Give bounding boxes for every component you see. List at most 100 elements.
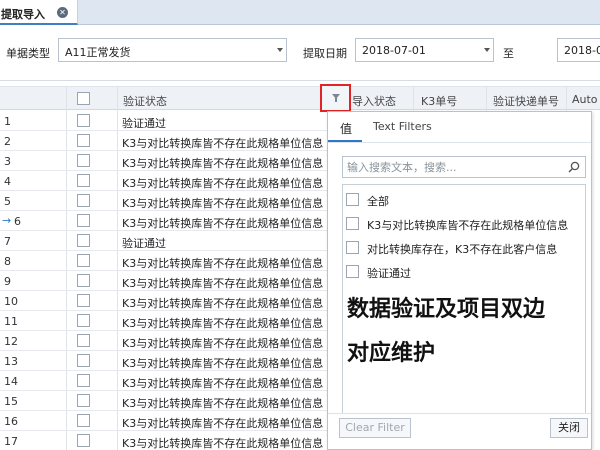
popup-tab-divider xyxy=(328,142,591,143)
clear-filter-button[interactable]: Clear Filter xyxy=(339,418,411,438)
tab-label: 提取导入 xyxy=(1,8,45,21)
filter-item-label: 全部 xyxy=(367,195,389,208)
row-checkbox[interactable] xyxy=(77,374,90,387)
table-row[interactable]: 10 K3与对比转换库皆不存在此规格单位信息 xyxy=(0,291,328,311)
row-checkbox[interactable] xyxy=(77,434,90,447)
current-row-arrow-icon: → xyxy=(2,214,12,227)
table-row[interactable]: 4 K3与对比转换库皆不存在此规格单位信息 xyxy=(0,171,328,191)
close-icon[interactable]: ✕ xyxy=(57,7,68,18)
filter-item-verified[interactable]: 验证通过 xyxy=(343,261,583,283)
row-number: 14 xyxy=(4,375,18,388)
close-button[interactable]: 关闭 xyxy=(550,418,588,438)
filter-item-all[interactable]: 全部 xyxy=(343,189,583,211)
row-number: 11 xyxy=(4,315,18,328)
row-checkbox[interactable] xyxy=(77,294,90,307)
verify-status-cell: K3与对比转换库皆不存在此规格单位信息 xyxy=(122,137,324,150)
grid-divider xyxy=(566,86,567,111)
filter-checkbox[interactable] xyxy=(346,193,359,206)
row-checkbox[interactable] xyxy=(77,174,90,187)
row-number: 3 xyxy=(4,155,11,168)
tab-values[interactable]: 值 xyxy=(328,112,362,142)
table-row[interactable]: → 6 K3与对比转换库皆不存在此规格单位信息 xyxy=(0,211,328,231)
row-checkbox[interactable] xyxy=(77,234,90,247)
row-checkbox[interactable] xyxy=(77,194,90,207)
table-row[interactable]: 2 K3与对比转换库皆不存在此规格单位信息 xyxy=(0,131,328,151)
table-row[interactable]: 9 K3与对比转换库皆不存在此规格单位信息 xyxy=(0,271,328,291)
table-row[interactable]: 1 验证通过 xyxy=(0,111,328,131)
tab-extract-import[interactable]: 提取导入 ✕ xyxy=(0,0,78,25)
verify-status-cell: K3与对比转换库皆不存在此规格单位信息 xyxy=(122,257,324,270)
table-row[interactable]: 16 K3与对比转换库皆不存在此规格单位信息 xyxy=(0,411,328,431)
search-icon[interactable] xyxy=(568,161,580,173)
row-checkbox[interactable] xyxy=(77,394,90,407)
chevron-down-icon xyxy=(277,48,283,52)
filter-checkbox[interactable] xyxy=(346,217,359,230)
column-header-verify-status[interactable]: 验证状态 xyxy=(123,93,167,109)
table-row[interactable]: 7 验证通过 xyxy=(0,231,328,251)
table-row[interactable]: 11 K3与对比转换库皆不存在此规格单位信息 xyxy=(0,311,328,331)
row-checkbox[interactable] xyxy=(77,214,90,227)
table-row[interactable]: 5 K3与对比转换库皆不存在此规格单位信息 xyxy=(0,191,328,211)
table-row[interactable]: 3 K3与对比转换库皆不存在此规格单位信息 xyxy=(0,151,328,171)
doc-type-label: 单据类型 xyxy=(6,47,50,60)
filter-item-label: 对比转换库存在，K3不存在此客户信息 xyxy=(367,243,558,256)
row-checkbox[interactable] xyxy=(77,274,90,287)
row-checkbox[interactable] xyxy=(77,154,90,167)
table-row[interactable]: 13 K3与对比转换库皆不存在此规格单位信息 xyxy=(0,351,328,371)
row-checkbox[interactable] xyxy=(77,354,90,367)
table-row[interactable]: 15 K3与对比转换库皆不存在此规格单位信息 xyxy=(0,391,328,411)
row-number: 12 xyxy=(4,335,18,348)
table-row[interactable]: 8 K3与对比转换库皆不存在此规格单位信息 xyxy=(0,251,328,271)
to-label: 至 xyxy=(503,47,514,60)
column-header-k3-number[interactable]: K3单号 xyxy=(421,93,457,109)
verify-status-cell: 验证通过 xyxy=(122,117,166,130)
row-number: 15 xyxy=(4,395,18,408)
column-header-auto[interactable]: Auto xyxy=(572,93,598,106)
filter-bar: 单据类型 A11正常发货 提取日期 2018-07-01 至 2018-0 xyxy=(0,25,600,81)
tab-values-label: 值 xyxy=(340,122,353,136)
row-number: 1 xyxy=(4,115,11,128)
column-header-verify-express[interactable]: 验证快递单号 xyxy=(493,93,559,109)
row-number: 13 xyxy=(4,355,18,368)
verify-status-cell: K3与对比转换库皆不存在此规格单位信息 xyxy=(122,377,324,390)
verify-status-cell: K3与对比转换库皆不存在此规格单位信息 xyxy=(122,337,324,350)
doc-type-select[interactable]: A11正常发货 xyxy=(58,38,287,62)
popup-search-box[interactable] xyxy=(342,156,586,178)
filter-item-label: 验证通过 xyxy=(367,267,411,280)
row-number: 6 xyxy=(14,215,21,228)
row-checkbox[interactable] xyxy=(77,254,90,267)
select-all-checkbox[interactable] xyxy=(77,92,90,105)
grid-header: 验证状态 导入状态 K3单号 验证快递单号 Auto xyxy=(0,86,600,110)
tab-strip: 提取导入 ✕ xyxy=(0,0,600,25)
search-input[interactable] xyxy=(347,159,561,175)
filter-item-no-spec-unit[interactable]: K3与对比转换库皆不存在此规格单位信息 xyxy=(343,213,583,235)
filter-checkbox[interactable] xyxy=(346,265,359,278)
row-checkbox[interactable] xyxy=(77,414,90,427)
filter-item-no-customer[interactable]: 对比转换库存在，K3不存在此客户信息 xyxy=(343,237,583,259)
row-number: 10 xyxy=(4,295,18,308)
filter-checkbox[interactable] xyxy=(346,241,359,254)
table-row[interactable]: 14 K3与对比转换库皆不存在此规格单位信息 xyxy=(0,371,328,391)
filter-value-list: 全部 K3与对比转换库皆不存在此规格单位信息 对比转换库存在，K3不存在此客户信… xyxy=(342,184,586,414)
date-to-value: 2018-0 xyxy=(564,44,600,57)
extract-date-label: 提取日期 xyxy=(303,47,347,60)
verify-status-cell: K3与对比转换库皆不存在此规格单位信息 xyxy=(122,397,324,410)
date-from-field[interactable]: 2018-07-01 xyxy=(355,38,494,62)
verify-status-cell: K3与对比转换库皆不存在此规格单位信息 xyxy=(122,437,324,450)
column-filter-button[interactable] xyxy=(320,84,351,112)
verify-status-cell: K3与对比转换库皆不存在此规格单位信息 xyxy=(122,417,324,430)
row-checkbox[interactable] xyxy=(77,134,90,147)
verify-status-cell: 验证通过 xyxy=(122,237,166,250)
tab-text-filters[interactable]: Text Filters xyxy=(373,120,432,133)
row-checkbox[interactable] xyxy=(77,334,90,347)
verify-status-cell: K3与对比转换库皆不存在此规格单位信息 xyxy=(122,317,324,330)
column-header-import-status[interactable]: 导入状态 xyxy=(352,93,396,109)
date-to-field[interactable]: 2018-0 xyxy=(557,38,600,62)
row-checkbox[interactable] xyxy=(77,314,90,327)
table-row[interactable]: 12 K3与对比转换库皆不存在此规格单位信息 xyxy=(0,331,328,351)
table-row[interactable]: 17 K3与对比转换库皆不存在此规格单位信息 xyxy=(0,431,328,450)
row-checkbox[interactable] xyxy=(77,114,90,127)
verify-status-cell: K3与对比转换库皆不存在此规格单位信息 xyxy=(122,217,324,230)
filter-item-label: K3与对比转换库皆不存在此规格单位信息 xyxy=(367,219,569,232)
row-number: 5 xyxy=(4,195,11,208)
